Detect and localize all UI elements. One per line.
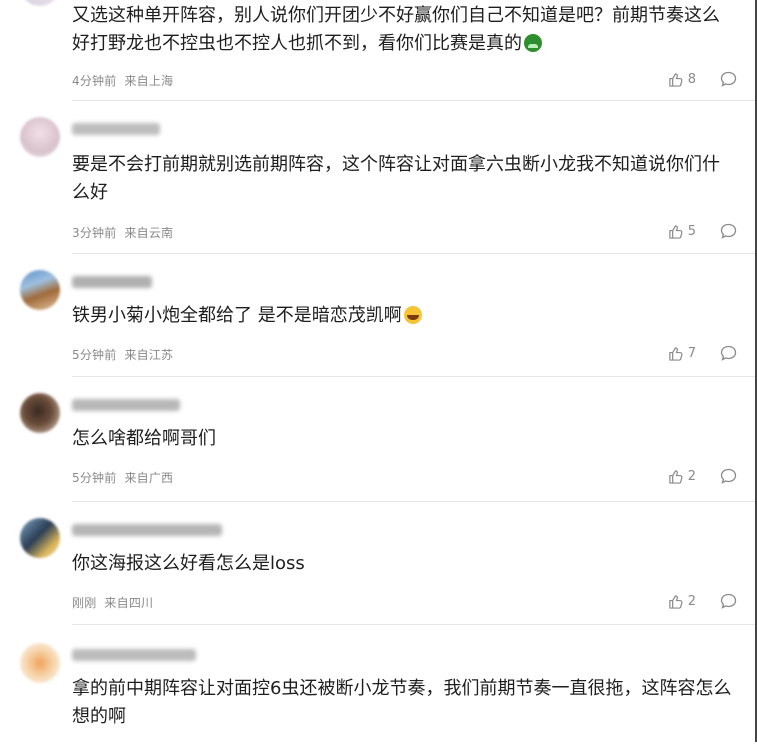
comment-text: 你这海报这么好看怎么是loss: [72, 553, 305, 574]
avatar[interactable]: [20, 0, 60, 6]
avatar[interactable]: [20, 643, 60, 683]
reply-icon[interactable]: [720, 223, 737, 239]
thumbs-up-icon: [668, 224, 683, 239]
comment-location: 来自江苏: [124, 348, 174, 362]
avatar[interactable]: [20, 393, 60, 433]
like-count: 2: [687, 468, 696, 484]
like-button[interactable]: 2: [668, 594, 696, 609]
comment-item: 怎么啥都给啊哥们 5分钟前 来自广西 2: [20, 377, 755, 502]
comment-meta: 5分钟前 来自广西: [72, 469, 173, 486]
username-blurred[interactable]: [72, 524, 222, 536]
thumbs-up-icon: [668, 72, 683, 87]
username-blurred[interactable]: [72, 276, 152, 288]
comment-list: 又选这种单开阵容，别人说你们开团少不好赢你们自己不知道是吧？前期节奏这么好打野龙…: [0, 0, 755, 755]
comment-item: 又选这种单开阵容，别人说你们开团少不好赢你们自己不知道是吧？前期节奏这么好打野龙…: [20, 0, 755, 101]
comment-location: 来自广西: [124, 471, 174, 485]
comment-meta: 4分钟前 来自上海: [72, 72, 173, 89]
comment-meta: 5分钟前 来自江苏: [72, 346, 173, 363]
comment-item: 拿的前中期阵容让对面控6虫还被断小龙节奏，我们前期节奏一直很拖，这阵容怎么想的啊: [20, 625, 755, 755]
reply-icon[interactable]: [720, 468, 737, 484]
sick-face-emoji-icon: [524, 34, 542, 52]
comment-actions: 7: [668, 345, 737, 361]
comment-actions: 5: [668, 223, 737, 239]
avatar[interactable]: [20, 270, 60, 310]
comment-meta: 3分钟前 来自云南: [72, 224, 173, 241]
comment-text: 怎么啥都给啊哥们: [72, 428, 216, 449]
comment-location: 来自上海: [124, 74, 174, 88]
comment-text: 拿的前中期阵容让对面控6虫还被断小龙节奏，我们前期节奏一直很拖，这阵容怎么想的啊: [72, 678, 732, 727]
like-button[interactable]: 5: [668, 224, 696, 239]
reply-icon[interactable]: [720, 71, 737, 87]
comment-meta: 刚刚 来自四川: [72, 594, 153, 611]
username-blurred[interactable]: [72, 399, 180, 411]
like-button[interactable]: 8: [668, 72, 696, 87]
thumbs-up-icon: [668, 469, 683, 484]
comment-text: 要是不会打前期就别选前期阵容，这个阵容让对面拿六虫断小龙我不知道说你们什么好: [72, 154, 720, 203]
comment-time: 5分钟前: [72, 348, 117, 362]
username-blurred[interactable]: [72, 123, 160, 135]
like-count: 7: [687, 345, 696, 361]
comment-time: 3分钟前: [72, 226, 117, 240]
thumbs-up-icon: [668, 346, 683, 361]
comment-item: 要是不会打前期就别选前期阵容，这个阵容让对面拿六虫断小龙我不知道说你们什么好 3…: [20, 101, 755, 254]
comment-item: 你这海报这么好看怎么是loss 刚刚 来自四川 2: [20, 502, 755, 625]
comment-actions: 8: [668, 71, 737, 87]
comment-location: 来自四川: [104, 596, 154, 610]
like-button[interactable]: 7: [668, 346, 696, 361]
username-blurred[interactable]: [72, 649, 196, 661]
like-button[interactable]: 2: [668, 469, 696, 484]
comment-location: 来自云南: [124, 226, 174, 240]
comment-item: 铁男小菊小炮全都给了 是不是暗恋茂凯啊 5分钟前 来自江苏 7: [20, 254, 755, 377]
comment-actions: 2: [668, 593, 737, 609]
comment-actions: 2: [668, 468, 737, 484]
avatar[interactable]: [20, 117, 60, 157]
comment-time: 刚刚: [72, 596, 97, 610]
reply-icon[interactable]: [720, 593, 737, 609]
like-count: 8: [687, 71, 696, 87]
like-count: 2: [687, 593, 696, 609]
comment-text: 又选这种单开阵容，别人说你们开团少不好赢你们自己不知道是吧？前期节奏这么好打野龙…: [72, 5, 720, 54]
comment-time: 4分钟前: [72, 74, 117, 88]
laughing-emoji-icon: [403, 306, 422, 324]
comment-text: 铁男小菊小炮全都给了 是不是暗恋茂凯啊: [72, 302, 737, 330]
avatar[interactable]: [20, 518, 60, 558]
comment-time: 5分钟前: [72, 471, 117, 485]
reply-icon[interactable]: [720, 345, 737, 361]
thumbs-up-icon: [668, 594, 683, 609]
like-count: 5: [687, 223, 696, 239]
